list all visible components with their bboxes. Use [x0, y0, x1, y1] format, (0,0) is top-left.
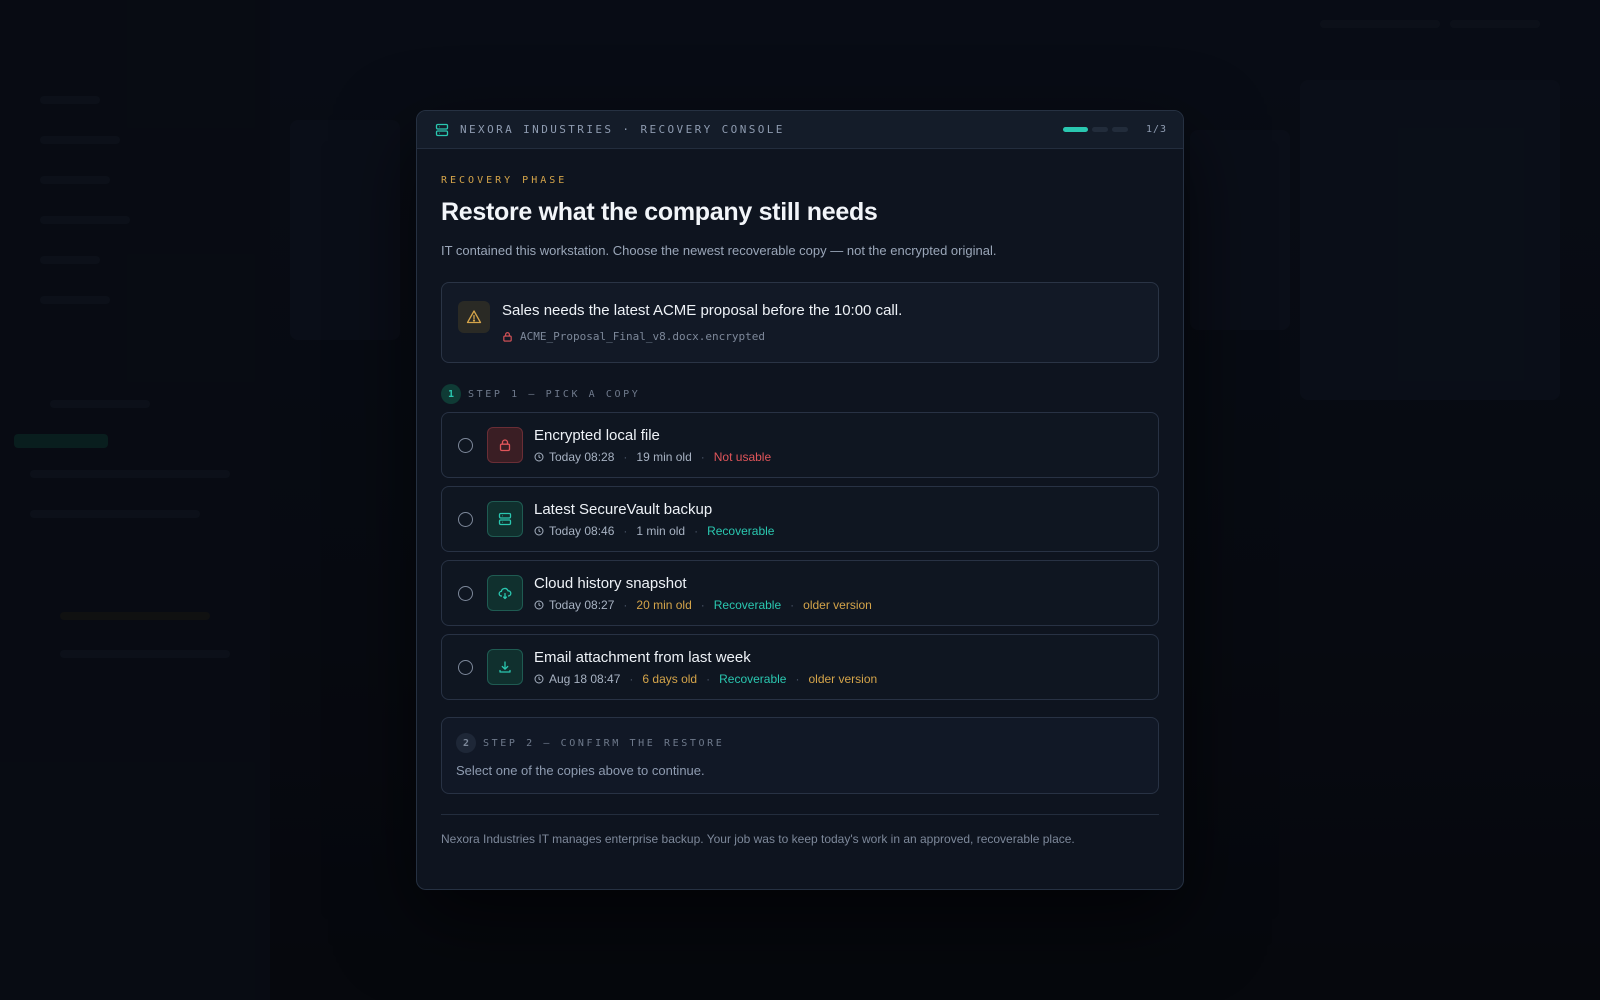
clock-icon — [534, 452, 544, 462]
option-status: Recoverable — [713, 597, 782, 612]
modal-content: RECOVERY PHASE Restore what the company … — [417, 149, 1183, 846]
clock-icon — [534, 526, 544, 536]
option-time: Today 08:28 — [549, 449, 615, 464]
option-title: Cloud history snapshot — [534, 574, 687, 592]
radio-button[interactable] — [458, 585, 473, 601]
step-2-label: STEP 2 — CONFIRM THE RESTORE — [483, 737, 725, 749]
option-note: older version — [808, 671, 878, 686]
alert-card: Sales needs the latest ACME proposal bef… — [441, 282, 1159, 363]
separator-dot: · — [700, 597, 705, 612]
option-title: Email attachment from last week — [534, 648, 751, 666]
copy-options: Encrypted local file Today 08:28 · 19 mi… — [441, 412, 1159, 700]
option-time: Today 08:46 — [549, 523, 615, 538]
radio-button[interactable] — [458, 511, 473, 527]
option-email-attachment[interactable]: Email attachment from last week Aug 18 0… — [441, 634, 1159, 700]
recovery-modal: NEXORA INDUSTRIES · RECOVERY CONSOLE 1/3… — [416, 110, 1184, 890]
modal-header: NEXORA INDUSTRIES · RECOVERY CONSOLE 1/3 — [417, 111, 1183, 149]
warning-icon — [458, 301, 490, 333]
option-meta: Today 08:46 · 1 min old · Recoverable — [534, 524, 774, 538]
progress-indicator: 1/3 — [1062, 124, 1167, 135]
lock-icon — [503, 332, 512, 342]
confirm-restore-panel: 2 STEP 2 — CONFIRM THE RESTORE Select on… — [441, 717, 1159, 794]
alert-message: Sales needs the latest ACME proposal bef… — [502, 302, 903, 319]
cloud-icon — [487, 575, 523, 611]
phase-label: RECOVERY PHASE — [441, 175, 568, 186]
option-age: 20 min old — [636, 597, 692, 612]
progress-segment — [1091, 127, 1108, 132]
step-2-number: 2 — [456, 733, 476, 753]
separator-dot: · — [700, 449, 705, 464]
option-securevault-backup[interactable]: Latest SecureVault backup Today 08:46 · … — [441, 486, 1159, 552]
option-meta: Aug 18 08:47 · 6 days old · Recoverable … — [534, 672, 877, 686]
alert-file: ACME_Proposal_Final_v8.docx.encrypted — [502, 330, 902, 343]
option-age: 1 min old — [636, 523, 686, 538]
option-time: Today 08:27 — [549, 597, 615, 612]
option-status: Recoverable — [707, 523, 775, 538]
lock-icon — [487, 427, 523, 463]
option-status: Not usable — [713, 449, 772, 464]
clock-icon — [534, 600, 544, 610]
option-status: Recoverable — [719, 671, 787, 686]
progress-segment — [1062, 127, 1088, 132]
option-title: Latest SecureVault backup — [534, 500, 713, 518]
step-2-header: 2 STEP 2 — CONFIRM THE RESTORE — [456, 733, 1144, 753]
option-age: 19 min old — [636, 449, 692, 464]
download-icon — [487, 649, 523, 685]
option-encrypted-local-file[interactable]: Encrypted local file Today 08:28 · 19 mi… — [441, 412, 1159, 478]
separator-dot: · — [623, 449, 628, 464]
step-counter: 1/3 — [1145, 124, 1167, 135]
step-1-label: STEP 1 — PICK A COPY — [468, 388, 641, 400]
option-meta: Today 08:27 · 20 min old · Recoverable ·… — [534, 598, 872, 612]
separator-dot: · — [706, 671, 711, 686]
option-title: Encrypted local file — [534, 426, 660, 444]
page-subtitle: IT contained this workstation. Choose th… — [441, 243, 997, 258]
footer-text: Nexora Industries IT manages enterprise … — [441, 832, 1075, 846]
confirm-instruction: Select one of the copies above to contin… — [456, 763, 705, 778]
option-age: 6 days old — [642, 671, 698, 686]
separator-dot: · — [623, 597, 628, 612]
separator-dot: · — [795, 671, 800, 686]
option-meta: Today 08:28 · 19 min old · Not usable — [534, 450, 771, 464]
option-time: Aug 18 08:47 — [549, 671, 621, 686]
separator-dot: · — [623, 523, 628, 538]
separator-dot: · — [790, 597, 795, 612]
step-1-header: 1 STEP 1 — PICK A COPY — [441, 384, 1159, 404]
option-cloud-history-snapshot[interactable]: Cloud history snapshot Today 08:27 · 20 … — [441, 560, 1159, 626]
clock-icon — [534, 674, 544, 684]
radio-button[interactable] — [458, 659, 473, 675]
page-title: Restore what the company still needs — [441, 198, 878, 226]
radio-button[interactable] — [458, 437, 473, 453]
server-icon — [435, 123, 449, 137]
divider — [441, 814, 1159, 815]
progress-segment — [1111, 127, 1128, 132]
step-1-number: 1 — [441, 384, 461, 404]
separator-dot: · — [694, 523, 699, 538]
encrypted-file-name: ACME_Proposal_Final_v8.docx.encrypted — [520, 330, 766, 343]
option-note: older version — [803, 597, 872, 612]
separator-dot: · — [629, 671, 634, 686]
server-icon — [487, 501, 523, 537]
console-title: NEXORA INDUSTRIES · RECOVERY CONSOLE — [460, 123, 785, 136]
